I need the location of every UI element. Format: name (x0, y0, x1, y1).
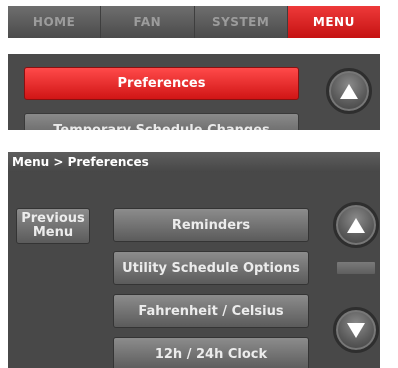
tab-fan[interactable]: FAN (101, 6, 195, 38)
menu-preview-panel: Preferences Temporary Schedule Changes (8, 54, 380, 130)
scroll-down-button[interactable] (333, 307, 379, 353)
scroll-position-indicator (337, 262, 375, 274)
scroll-up-button[interactable] (333, 202, 379, 248)
triangle-up-icon (347, 217, 365, 233)
breadcrumb: Menu > Preferences (8, 152, 380, 172)
top-tab-bar: HOME FAN SYSTEM MENU (8, 6, 380, 38)
clock-format-button[interactable]: 12h / 24h Clock (113, 337, 309, 368)
previous-menu-button[interactable]: Previous Menu (16, 208, 90, 244)
utility-schedule-options-button[interactable]: Utility Schedule Options (113, 251, 309, 285)
preferences-button[interactable]: Preferences (24, 67, 299, 100)
scroll-up-button[interactable] (326, 68, 372, 114)
tab-home[interactable]: HOME (8, 6, 102, 38)
preferences-menu-panel: Menu > Preferences Previous Menu Reminde… (8, 152, 380, 368)
tab-menu[interactable]: MENU (287, 6, 380, 38)
triangle-up-icon (340, 83, 358, 99)
fahrenheit-celsius-button[interactable]: Fahrenheit / Celsius (113, 294, 309, 328)
tab-system[interactable]: SYSTEM (194, 6, 288, 38)
reminders-button[interactable]: Reminders (113, 208, 309, 242)
temporary-schedule-changes-button[interactable]: Temporary Schedule Changes (24, 113, 299, 130)
triangle-down-icon (347, 322, 365, 338)
